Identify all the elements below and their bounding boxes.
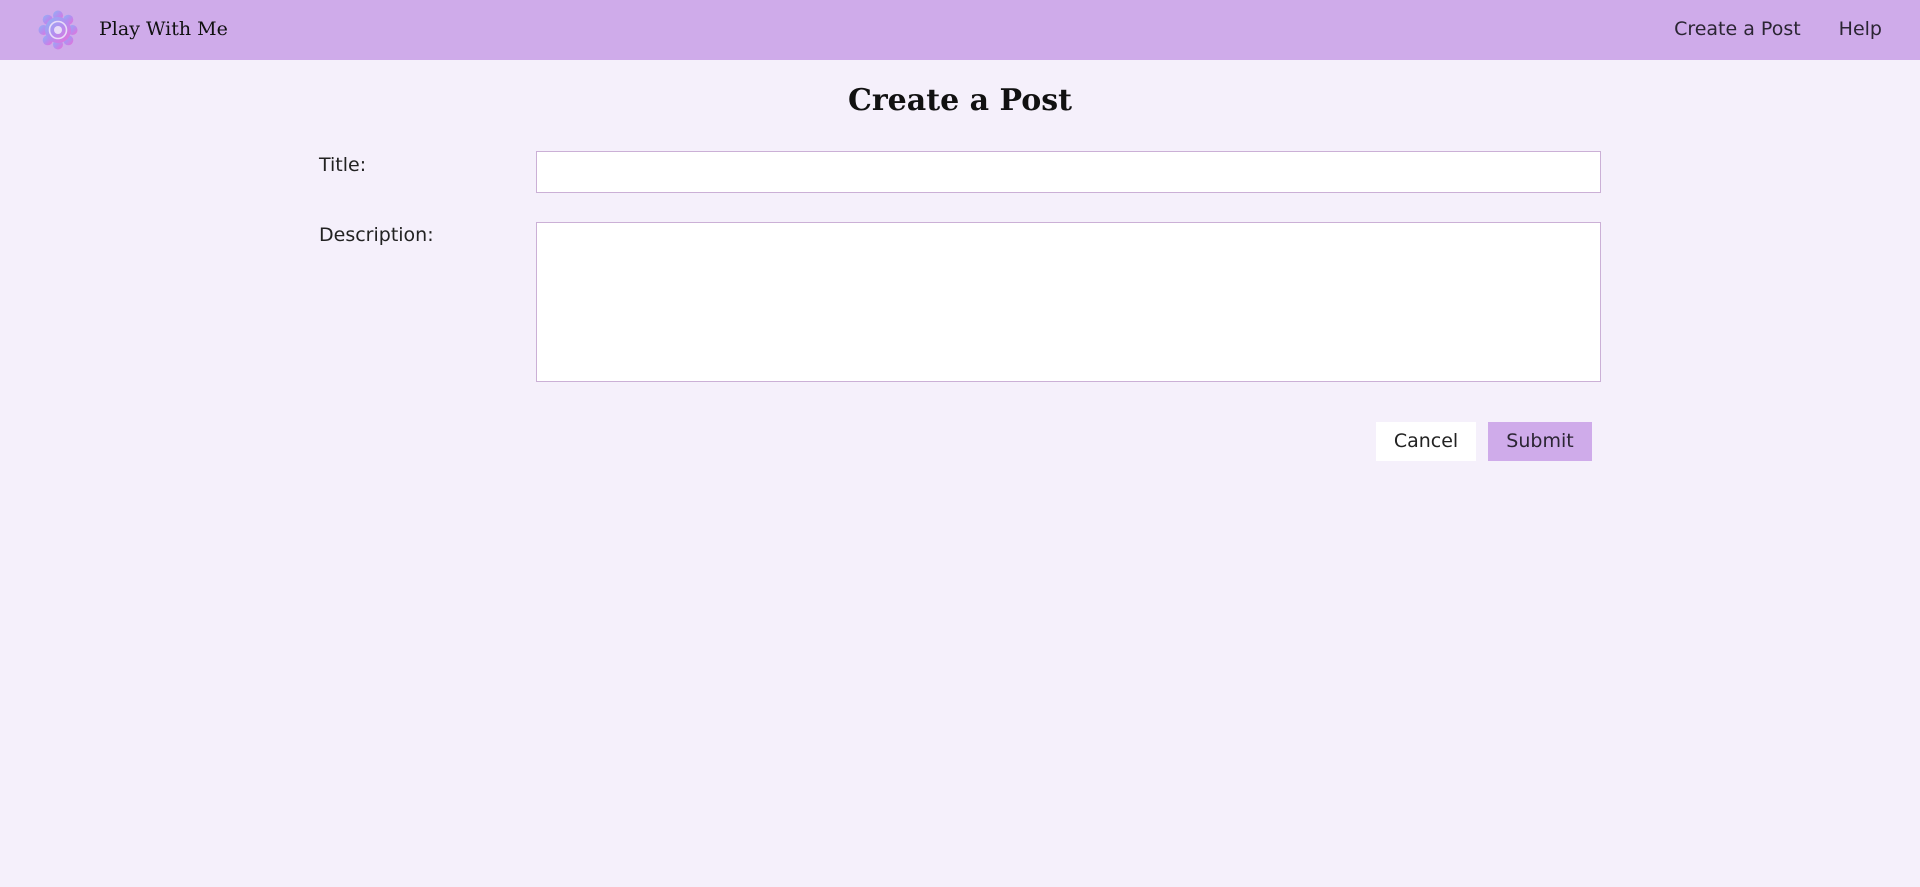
title-label: Title:	[319, 154, 367, 176]
flower-icon	[38, 10, 78, 50]
title-input[interactable]	[536, 151, 1601, 193]
cancel-button[interactable]: Cancel	[1376, 422, 1476, 461]
description-label: Description:	[319, 224, 434, 246]
nav-help-link[interactable]: Help	[1839, 15, 1882, 43]
submit-button[interactable]: Submit	[1488, 422, 1592, 461]
description-textarea[interactable]	[536, 222, 1601, 382]
logo-link[interactable]	[38, 10, 78, 50]
top-navigation-bar: Play With Me Create a Post Help	[0, 0, 1920, 60]
main-nav: Create a Post Help	[1674, 15, 1882, 43]
page-title: Create a Post	[848, 83, 1072, 118]
brand-link[interactable]: Play With Me	[99, 15, 228, 43]
nav-create-post-link[interactable]: Create a Post	[1674, 15, 1801, 43]
